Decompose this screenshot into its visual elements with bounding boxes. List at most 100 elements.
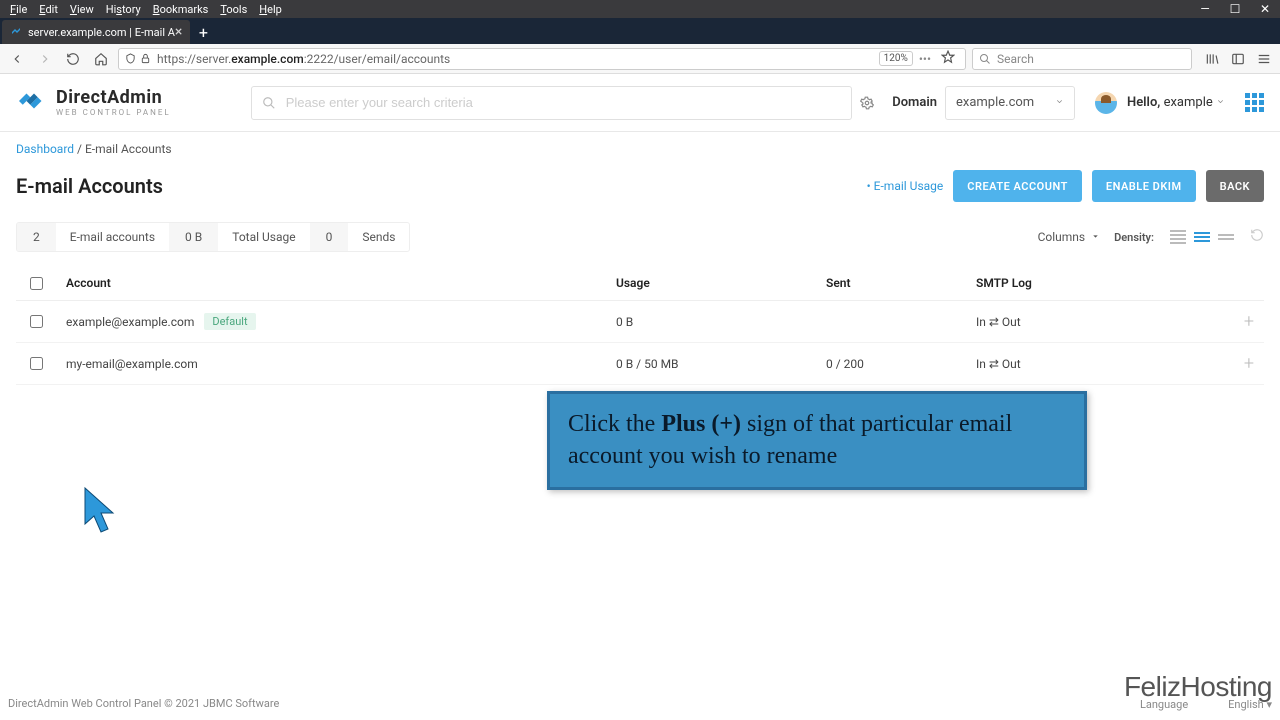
account-email[interactable]: my-email@example.com (66, 357, 198, 371)
breadcrumb: Dashboard / E-mail Accounts (0, 132, 1280, 166)
create-account-button[interactable]: CREATE ACCOUNT (953, 170, 1082, 202)
stat-count: 2 (17, 223, 56, 251)
table-row: example@example.com Default 0 B In ⇄ Out… (16, 301, 1264, 343)
language-label: Language (1140, 699, 1188, 710)
browser-menubar: File Edit View History Bookmarks Tools H… (0, 0, 1280, 18)
email-accounts-table: Account Usage Sent SMTP Log example@exam… (16, 266, 1264, 385)
breadcrumb-current: E-mail Accounts (85, 142, 172, 156)
user-greeting[interactable]: Hello, example (1127, 95, 1225, 110)
search-icon (979, 53, 991, 65)
row-checkbox[interactable] (30, 357, 43, 370)
table-header: Account Usage Sent SMTP Log (16, 266, 1264, 301)
row-checkbox[interactable] (30, 315, 43, 328)
density-compact-icon[interactable] (1168, 228, 1188, 246)
app-search-input[interactable] (286, 95, 842, 110)
bookmark-star-icon[interactable] (941, 50, 955, 67)
breadcrumb-root[interactable]: Dashboard (16, 142, 74, 156)
columns-select[interactable]: Columns (1038, 230, 1101, 244)
header-account[interactable]: Account (56, 276, 616, 290)
url-text: https://server.example.com:2222/user/ema… (157, 52, 873, 66)
chevron-down-icon (1216, 95, 1225, 110)
email-usage-link[interactable]: E-mail Usage (867, 179, 944, 193)
cell-smtp[interactable]: In ⇄ Out (976, 357, 1156, 371)
page-title: E-mail Accounts (16, 174, 163, 198)
brand-logo-icon (16, 86, 46, 120)
cell-usage: 0 B (616, 315, 826, 329)
menu-help[interactable]: Help (253, 3, 288, 16)
cell-usage: 0 B / 50 MB (616, 357, 826, 371)
instruction-callout: Click the Plus (+) sign of that particul… (547, 391, 1087, 490)
settings-gear-icon[interactable] (852, 96, 882, 110)
url-bar[interactable]: https://server.example.com:2222/user/ema… (118, 48, 966, 70)
stat-sends: 0 (310, 223, 349, 251)
account-email[interactable]: example@example.com (66, 315, 194, 329)
search-icon (262, 96, 276, 110)
stat-usage: 0 B (169, 223, 218, 251)
menu-history[interactable]: History (100, 3, 147, 16)
menu-file[interactable]: File (4, 3, 33, 16)
menu-edit[interactable]: Edit (33, 3, 64, 16)
domain-select[interactable]: example.com (945, 86, 1075, 120)
menu-bookmarks[interactable]: Bookmarks (147, 3, 215, 16)
sidebar-toggle-icon[interactable] (1228, 49, 1248, 69)
cell-smtp[interactable]: In ⇄ Out (976, 315, 1156, 329)
menu-view[interactable]: View (64, 3, 100, 16)
hamburger-menu-icon[interactable] (1254, 49, 1274, 69)
default-badge: Default (204, 313, 255, 330)
back-button[interactable]: BACK (1206, 170, 1264, 202)
tab-close-icon[interactable]: × (175, 24, 182, 40)
density-label: Density: (1114, 231, 1154, 244)
expand-plus-icon[interactable]: + (1156, 311, 1264, 332)
chevron-down-icon (1091, 230, 1100, 244)
table-row: my-email@example.com 0 B / 50 MB 0 / 200… (16, 343, 1264, 385)
expand-plus-icon[interactable]: + (1156, 353, 1264, 374)
brand-name: DirectAdmin (56, 89, 171, 107)
header-smtp[interactable]: SMTP Log (976, 276, 1156, 290)
apps-grid-icon[interactable] (1245, 93, 1264, 112)
browser-tab[interactable]: server.example.com | E-mail A × (2, 20, 190, 44)
avatar[interactable] (1095, 92, 1117, 114)
library-icon[interactable] (1202, 49, 1222, 69)
lock-icon (140, 53, 151, 64)
browser-search-placeholder: Search (997, 52, 1034, 66)
title-row: E-mail Accounts E-mail Usage CREATE ACCO… (0, 166, 1280, 216)
brand[interactable]: DirectAdmin web control panel (16, 86, 171, 120)
tab-title: server.example.com | E-mail A (28, 26, 175, 39)
chevron-down-icon (1055, 95, 1064, 110)
window-maximize-icon[interactable]: ☐ (1220, 0, 1250, 18)
domain-value: example.com (956, 95, 1034, 110)
brand-subtitle: web control panel (56, 109, 171, 117)
domain-label: Domain (892, 95, 937, 110)
refresh-icon[interactable] (1250, 228, 1264, 246)
shield-icon (125, 53, 136, 64)
menu-tools[interactable]: Tools (214, 3, 253, 16)
zoom-badge[interactable]: 120% (879, 51, 913, 66)
browser-toolbar: https://server.example.com:2222/user/ema… (0, 44, 1280, 74)
nav-home-button[interactable] (90, 48, 112, 70)
header-sent[interactable]: Sent (826, 276, 976, 290)
nav-reload-button[interactable] (62, 48, 84, 70)
browser-search-box[interactable]: Search (972, 48, 1192, 70)
stat-sends-label: Sends (348, 223, 409, 251)
cursor-icon (83, 486, 117, 540)
app-search[interactable] (251, 86, 853, 120)
density-comfortable-icon[interactable] (1216, 228, 1236, 246)
url-more-icon[interactable]: ••• (919, 52, 931, 66)
select-all-checkbox[interactable] (30, 277, 43, 290)
stat-count-label: E-mail accounts (56, 223, 169, 251)
nav-forward-button[interactable] (34, 48, 56, 70)
window-minimize-icon[interactable]: — (1190, 0, 1220, 18)
stat-usage-label: Total Usage (218, 223, 309, 251)
density-normal-icon[interactable] (1192, 228, 1212, 246)
tab-favicon-icon (10, 26, 22, 38)
enable-dkim-button[interactable]: ENABLE DKIM (1092, 170, 1196, 202)
new-tab-button[interactable]: + (190, 20, 216, 44)
window-close-icon[interactable]: ✕ (1250, 0, 1280, 18)
copyright: DirectAdmin Web Control Panel © 2021 JBM… (8, 697, 279, 710)
app-header: DirectAdmin web control panel Domain exa… (0, 74, 1280, 132)
header-usage[interactable]: Usage (616, 276, 826, 290)
browser-tabbar: server.example.com | E-mail A × + (0, 18, 1280, 44)
language-select[interactable]: English ▾ (1228, 699, 1272, 710)
footer: DirectAdmin Web Control Panel © 2021 JBM… (0, 673, 1280, 710)
nav-back-button[interactable] (6, 48, 28, 70)
